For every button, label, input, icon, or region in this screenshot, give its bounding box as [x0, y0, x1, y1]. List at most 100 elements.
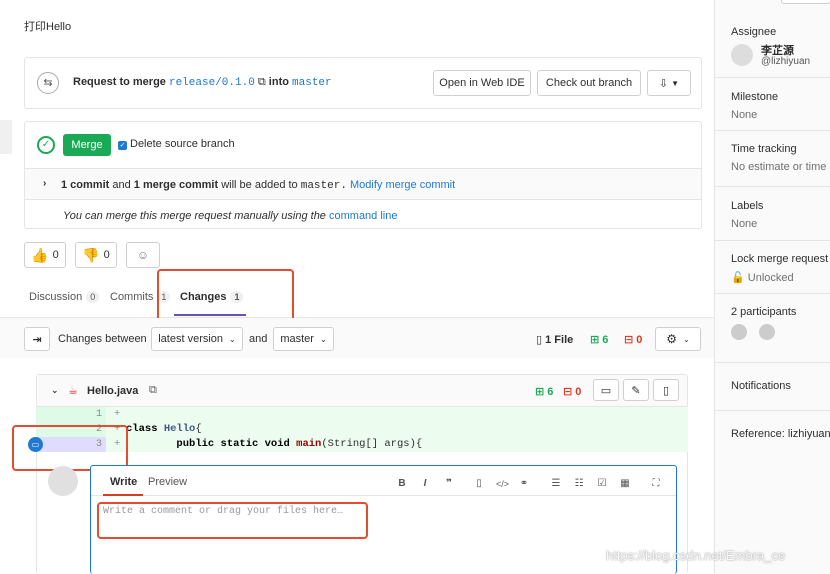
sidebar-top-button[interactable]	[781, 0, 830, 4]
thumbs-up-icon: 👍	[31, 246, 49, 263]
edit-file-button[interactable]: ✎	[623, 379, 649, 401]
merge-button[interactable]: Merge	[63, 134, 111, 156]
reference-text: Reference: lizhiyuan	[731, 428, 830, 440]
tab-discussion-count: 0	[86, 291, 100, 303]
checklist-icon[interactable]: ☑	[596, 478, 608, 490]
participant-avatar[interactable]	[759, 324, 775, 340]
changes-between-label: Changes between	[58, 333, 147, 345]
thumbs-up-button[interactable]: 👍 0	[24, 242, 66, 268]
lock-title: Lock merge request	[731, 253, 829, 265]
source-branch[interactable]: release/0.1.0	[169, 77, 255, 89]
sidebar-notifications[interactable]: Notifications	[731, 380, 830, 392]
collapse-chevron-icon[interactable]: ⌄	[51, 385, 59, 396]
copy-icon[interactable]: ⧉	[258, 76, 266, 88]
diff-line[interactable]: 3 + public static void main(String[] arg…	[36, 437, 688, 452]
sidebar-separator	[715, 130, 830, 131]
expand-chevron-icon[interactable]: ›	[43, 178, 46, 189]
diff-line[interactable]: 1 +	[36, 407, 688, 422]
delete-source-label[interactable]: Delete source branch	[130, 138, 235, 150]
sidebar-assignee[interactable]: Assignee 李芷源 @lizhiyuan	[731, 26, 830, 67]
commit-count: 1 commit	[61, 179, 110, 191]
download-dropdown-button[interactable]: ⇩ ▼	[647, 70, 691, 96]
diff-removed-count: ⊟ 0	[624, 333, 642, 346]
milestone-title: Milestone	[731, 91, 779, 103]
code-content: public static void main(String[] args){	[126, 437, 422, 452]
participant-avatar[interactable]	[731, 324, 747, 340]
file-removed-count: ⊟ 0	[563, 385, 581, 398]
java-file-icon: ☕	[68, 385, 78, 397]
merge-commit-count: 1 merge commit	[133, 179, 219, 191]
sidebar-separator	[715, 240, 830, 241]
view-file-button[interactable]: ▯	[653, 379, 679, 401]
merge-request-text: Request to merge release/0.1.0 ⧉ into ma…	[73, 76, 332, 89]
command-line-link[interactable]: command line	[329, 210, 397, 222]
manual-merge-label: You can merge this merge request manuall…	[63, 210, 326, 222]
diff-added-value: 6	[602, 334, 609, 346]
italic-icon[interactable]: I	[419, 478, 431, 490]
copy-file-path-icon[interactable]: ⧉	[149, 384, 157, 397]
quote-icon[interactable]: ❞	[443, 478, 455, 490]
target-branch-text: master.	[300, 180, 347, 192]
commit-info-text: 1 commit and 1 merge commit will be adde…	[61, 179, 455, 192]
sidebar-separator	[715, 362, 830, 363]
plus-square-icon: ⊞	[590, 334, 600, 346]
merge-widget: ✓ Merge ✓ Delete source branch › 1 commi…	[24, 121, 702, 229]
numbered-list-icon[interactable]: ☷	[573, 478, 585, 490]
open-web-ide-button[interactable]: Open in Web IDE	[433, 70, 531, 96]
tab-preview[interactable]: Preview	[148, 476, 187, 488]
file-icon[interactable]: ▯	[473, 478, 485, 490]
merge-request-header: ⇆ Request to merge release/0.1.0 ⧉ into …	[24, 57, 702, 109]
file-comment-button[interactable]: ▭	[593, 379, 619, 401]
chevron-down-icon: ⌄	[229, 334, 236, 344]
diff-removed-value: 0	[636, 334, 643, 346]
add-reaction-button[interactable]: ☺	[126, 242, 160, 268]
code-icon[interactable]: </>	[496, 478, 509, 490]
fullscreen-icon[interactable]: ⛶	[650, 478, 662, 490]
delete-source-checkbox[interactable]: ✓	[118, 141, 127, 150]
sidebar-labels[interactable]: Labels None	[731, 200, 830, 230]
sidebar-separator	[715, 410, 830, 411]
new-line-number[interactable]: 1	[74, 407, 106, 422]
tab-discussion[interactable]: Discussion 0	[29, 291, 100, 303]
check-out-branch-button[interactable]: Check out branch	[537, 70, 641, 96]
version-select[interactable]: latest version ⌄	[151, 327, 243, 351]
target-branch[interactable]: master	[292, 77, 332, 89]
sidebar-milestone[interactable]: Milestone None	[731, 91, 830, 121]
thumbs-down-button[interactable]: 👎 0	[75, 242, 117, 268]
file-name[interactable]: Hello.java	[87, 385, 138, 397]
sidebar-time-tracking[interactable]: Time tracking No estimate or time	[731, 143, 830, 173]
diff-settings-button[interactable]: ⚙ ⌄	[655, 327, 701, 351]
code-rest: (String[] args){	[321, 438, 423, 450]
comment-icon: ▭	[600, 384, 612, 397]
bullet-list-icon[interactable]: ☰	[550, 478, 562, 490]
sidebar-separator	[715, 293, 830, 294]
and-text: and	[112, 179, 131, 191]
file-icon: ▯	[662, 384, 670, 397]
file-added-value: 6	[547, 386, 554, 398]
manual-merge-text: You can merge this merge request manuall…	[63, 210, 397, 222]
diff-line[interactable]: 2 + class Hello{	[36, 422, 688, 437]
code-keyword: public static void	[176, 438, 290, 450]
tab-write[interactable]: Write	[110, 476, 137, 488]
assignee-avatar	[731, 44, 753, 66]
request-prefix: Request to merge	[73, 76, 166, 88]
target-select[interactable]: master ⌄	[273, 327, 334, 351]
milestone-value: None	[731, 109, 758, 121]
and-label: and	[249, 333, 268, 345]
plus-square-icon: ⊞	[535, 386, 545, 398]
mr-description: 打印Hello	[24, 21, 72, 33]
table-icon[interactable]: ▦	[619, 478, 631, 490]
bold-icon[interactable]: B	[396, 478, 408, 490]
modify-merge-commit-link[interactable]: Modify merge commit	[350, 179, 455, 191]
file-icon: ▯	[536, 334, 543, 346]
sidebar-reference[interactable]: Reference: lizhiyuan	[731, 428, 830, 440]
link-icon[interactable]: ⚭	[518, 478, 530, 490]
file-count-label: 1 File	[545, 334, 574, 346]
comment-input-highlight	[97, 502, 368, 539]
merge-status-icon: ✓	[37, 136, 55, 154]
toggle-file-tree-button[interactable]: ⇥	[24, 327, 50, 351]
code-function-name: main	[296, 438, 322, 450]
into-label: into	[268, 76, 289, 88]
old-line-number	[36, 407, 76, 422]
sidebar-lock[interactable]: Lock merge request 🔓 Unlocked	[731, 253, 830, 284]
